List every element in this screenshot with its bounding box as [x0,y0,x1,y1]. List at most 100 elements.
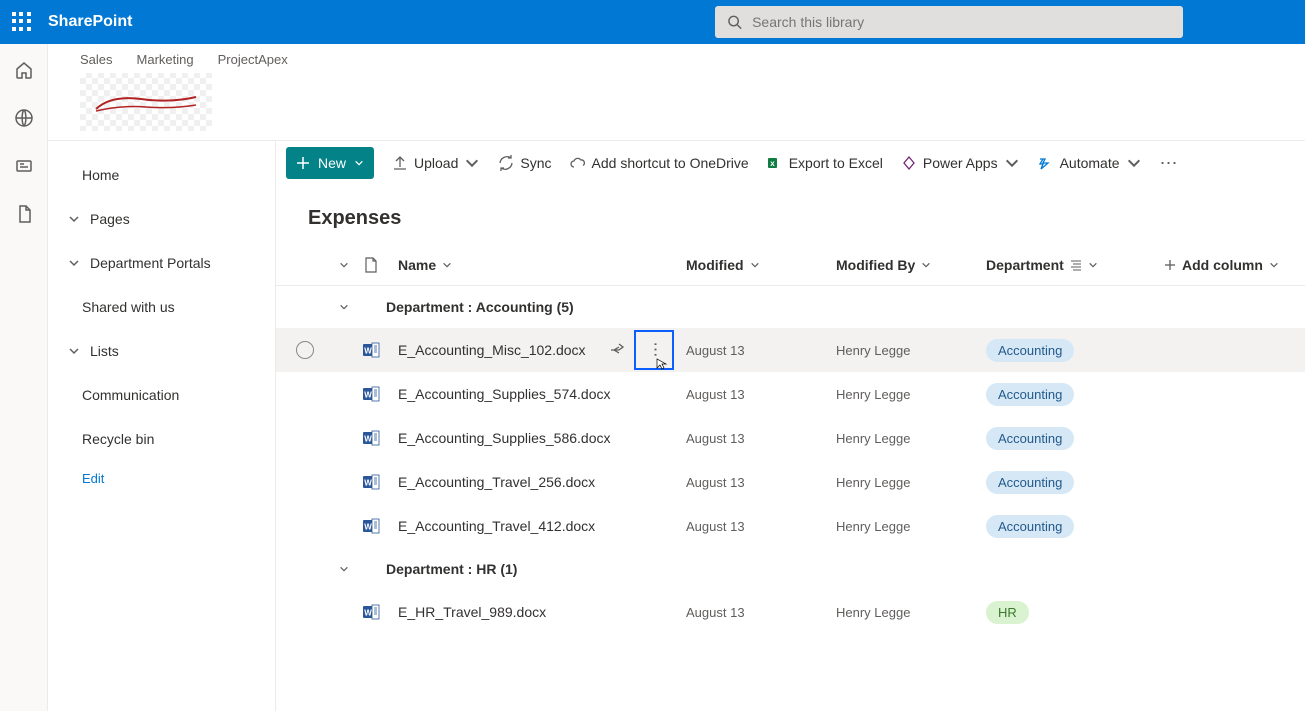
file-name[interactable]: E_Accounting_Supplies_574.docx [398,386,611,402]
home-icon[interactable] [14,60,34,80]
word-icon: W [362,385,380,403]
chevron-down-icon[interactable] [339,260,349,270]
chevron-down-icon [1269,260,1279,270]
chevron-down-icon [1088,260,1098,270]
shortcut-label: Add shortcut to OneDrive [592,155,749,171]
cell-modified: August 13 [686,343,836,358]
sync-icon [498,155,514,171]
brand-label[interactable]: SharePoint [48,13,132,31]
table-row[interactable]: W E_Accounting_Supplies_574.docx August … [276,372,1305,416]
export-button[interactable]: x Export to Excel [767,155,883,171]
group-row[interactable]: Department : Accounting (5) [276,286,1305,328]
svg-text:W: W [364,523,372,532]
file-type-icon[interactable] [364,257,378,273]
cell-modified: August 13 [686,387,836,402]
automate-button[interactable]: Automate [1038,155,1142,171]
svg-text:W: W [364,391,372,400]
table-row[interactable]: W E_Accounting_Travel_256.docx August 13… [276,460,1305,504]
department-pill[interactable]: Accounting [986,383,1074,406]
more-actions-button[interactable]: ⋯ [634,330,674,370]
file-icon[interactable] [14,204,34,224]
automate-label: Automate [1060,155,1120,171]
word-icon: W [362,473,380,491]
department-pill[interactable]: Accounting [986,339,1074,362]
nav-recycle[interactable]: Recycle bin [48,417,275,461]
department-pill[interactable]: HR [986,601,1029,624]
chevron-down-icon [68,257,80,269]
file-name[interactable]: E_Accounting_Travel_256.docx [398,474,595,490]
add-column-button[interactable]: Add column [1144,257,1305,273]
nav-communication[interactable]: Communication [48,373,275,417]
app-launcher-icon[interactable] [12,12,32,32]
svg-text:W: W [364,347,372,356]
file-name[interactable]: E_Accounting_Supplies_586.docx [398,430,611,446]
more-commands-button[interactable]: ⋯ [1160,153,1179,174]
column-modified[interactable]: Modified [686,257,836,273]
nav-lists[interactable]: Lists [48,329,275,373]
file-name[interactable]: E_HR_Travel_989.docx [398,604,546,620]
cell-modified: August 13 [686,475,836,490]
nav-communication-label: Communication [82,387,179,403]
table-row[interactable]: W E_HR_Travel_989.docx August 13 Henry L… [276,590,1305,634]
department-pill[interactable]: Accounting [986,515,1074,538]
group-icon [1070,259,1082,271]
nav-shared[interactable]: Shared with us [48,285,275,329]
svg-text:x: x [770,159,775,168]
nav-home-label: Home [82,167,119,183]
upload-button[interactable]: Upload [392,155,480,171]
chevron-down-icon [464,155,480,171]
table-row[interactable]: W E_Accounting_Supplies_586.docx August … [276,416,1305,460]
news-icon[interactable] [14,156,34,176]
department-pill[interactable]: Accounting [986,427,1074,450]
nav-home[interactable]: Home [48,153,275,197]
cell-modifiedby: Henry Legge [836,519,986,534]
document-table: Name Modified Modified By Department Add… [276,244,1305,711]
group-label: Department : Accounting (5) [386,299,574,315]
word-icon: W [362,603,380,621]
cell-modified: August 13 [686,519,836,534]
row-selector[interactable] [296,341,314,359]
globe-icon[interactable] [14,108,34,128]
shortcut-button[interactable]: Add shortcut to OneDrive [570,155,749,171]
site-logo[interactable] [80,73,212,131]
chevron-down-icon[interactable] [339,564,349,574]
left-nav: Home Pages Department Portals Shared wit… [48,141,276,711]
powerapps-button[interactable]: Power Apps [901,155,1020,171]
share-icon[interactable] [608,342,624,358]
table-row[interactable]: W E_Accounting_Travel_412.docx August 13… [276,504,1305,548]
group-row[interactable]: Department : HR (1) [276,548,1305,590]
sync-button[interactable]: Sync [498,155,551,171]
nav-pages[interactable]: Pages [48,197,275,241]
nav-edit-label: Edit [82,471,104,486]
file-name[interactable]: E_Accounting_Travel_412.docx [398,518,595,534]
sync-label: Sync [520,155,551,171]
library-title: Expenses [276,185,1305,244]
chevron-down-icon [1004,155,1020,171]
nav-pages-label: Pages [90,211,130,227]
search-box[interactable] [715,6,1183,38]
column-department[interactable]: Department [986,257,1144,273]
chevron-down-icon [921,260,931,270]
file-name[interactable]: E_Accounting_Misc_102.docx [398,342,586,358]
table-row[interactable]: W E_Accounting_Misc_102.docx ⋯ August 13… [276,328,1305,372]
chevron-down-icon[interactable] [339,302,349,312]
nav-recycle-label: Recycle bin [82,431,154,447]
nav-portals[interactable]: Department Portals [48,241,275,285]
column-name[interactable]: Name [386,257,686,273]
column-modifiedby[interactable]: Modified By [836,257,986,273]
new-button[interactable]: New [286,147,374,179]
department-pill[interactable]: Accounting [986,471,1074,494]
chevron-down-icon [68,345,80,357]
plus-icon [1164,259,1176,271]
svg-text:W: W [364,435,372,444]
app-rail [0,44,48,711]
hub-tab-sales[interactable]: Sales [80,52,113,67]
chevron-down-icon [1126,155,1142,171]
automate-icon [1038,155,1054,171]
chevron-down-icon [354,158,364,168]
onedrive-icon [570,155,586,171]
nav-edit[interactable]: Edit [48,461,275,496]
hub-tab-marketing[interactable]: Marketing [137,52,194,67]
search-input[interactable] [752,14,1171,30]
hub-tab-project[interactable]: ProjectApex [218,52,288,67]
